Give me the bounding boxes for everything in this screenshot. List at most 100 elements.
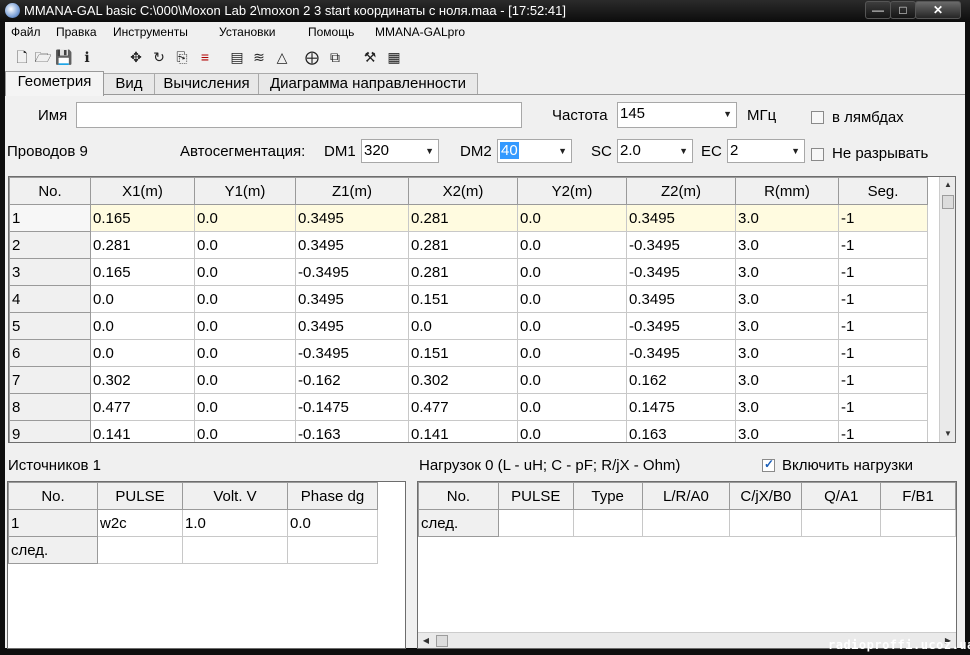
tab-calculations[interactable]: Вычисления: [154, 73, 259, 95]
table-cell[interactable]: 0.0: [287, 509, 378, 537]
row-header-cell[interactable]: 4: [9, 285, 91, 313]
wires-grid[interactable]: No. X1(m) Y1(m) Z1(m) X2(m) Y2(m) Z2(m) …: [8, 176, 956, 443]
table-cell[interactable]: 0.477: [90, 393, 195, 421]
wires-icon[interactable]: ≡: [196, 48, 214, 66]
table-cell[interactable]: 0.3495: [626, 285, 736, 313]
table-cell[interactable]: [641, 509, 731, 537]
scroll-left-icon[interactable]: ◀: [418, 633, 434, 648]
table-cell[interactable]: 0.0: [90, 339, 195, 367]
table-cell[interactable]: [801, 509, 882, 537]
column-header[interactable]: No.: [8, 482, 98, 510]
table-cell[interactable]: -0.163: [295, 420, 409, 442]
table-cell[interactable]: 0.0: [194, 366, 296, 394]
table-cell[interactable]: 0.0: [194, 312, 296, 340]
tab-geometry[interactable]: Геометрия: [5, 71, 104, 96]
table-row[interactable]: след.: [418, 509, 956, 537]
row-header-cell[interactable]: 9: [9, 420, 91, 442]
table-cell[interactable]: 0.0: [517, 366, 627, 394]
row-header-cell[interactable]: 8: [9, 393, 91, 421]
table-cell[interactable]: 0.1475: [626, 393, 736, 421]
scroll-up-icon[interactable]: ▲: [940, 177, 955, 193]
table-cell[interactable]: 3.0: [735, 393, 839, 421]
row-header-cell[interactable]: 5: [9, 312, 91, 340]
duplicate-icon[interactable]: ⧉: [326, 48, 344, 66]
menu-tools[interactable]: Инструменты: [113, 25, 188, 39]
table-cell[interactable]: [880, 509, 956, 537]
menu-help[interactable]: Помощь: [308, 25, 354, 39]
row-header-cell[interactable]: 3: [9, 258, 91, 286]
name-input[interactable]: [76, 102, 522, 128]
table-cell[interactable]: 0.0: [517, 204, 627, 232]
table-cell[interactable]: 3.0: [735, 204, 839, 232]
table-cell[interactable]: [497, 509, 574, 537]
table-cell[interactable]: 0.141: [408, 420, 518, 442]
dm2-select[interactable]: 40 ▼: [497, 139, 572, 163]
close-button[interactable]: ✕: [915, 1, 961, 19]
table-cell[interactable]: 3.0: [735, 420, 839, 442]
table-cell[interactable]: 0.281: [408, 204, 518, 232]
table-cell[interactable]: 3.0: [735, 312, 839, 340]
tab-pattern[interactable]: Диаграмма направленности: [258, 73, 478, 95]
table-row[interactable]: след.: [8, 536, 378, 564]
table-cell[interactable]: 0.0: [517, 231, 627, 259]
table-cell[interactable]: -0.3495: [295, 258, 409, 286]
table-cell[interactable]: -0.3495: [626, 258, 736, 286]
table-cell[interactable]: -0.162: [295, 366, 409, 394]
target-icon[interactable]: ⨁: [303, 48, 321, 66]
open-folder-icon[interactable]: 🗁: [34, 48, 52, 66]
document-icon[interactable]: ▤: [228, 48, 246, 66]
sources-grid[interactable]: No. PULSE Volt. V Phase dg 1 w2c 1.0 0.0 сле…: [7, 481, 406, 649]
column-header[interactable]: PULSE: [497, 482, 574, 510]
table-cell[interactable]: 0.141: [90, 420, 195, 442]
lambda-checkbox[interactable]: [811, 111, 824, 124]
column-header[interactable]: Z2(m): [626, 177, 736, 205]
stretch-icon[interactable]: ≋: [250, 48, 268, 66]
menu-settings[interactable]: Установки: [219, 25, 275, 39]
table-cell[interactable]: -1: [838, 258, 928, 286]
dm1-select[interactable]: 320 ▼: [361, 139, 439, 163]
column-header[interactable]: R(mm): [735, 177, 839, 205]
table-row[interactable]: 6 0.0 0.0 -0.3495 0.151 0.0 -0.3495 3.0 -1: [9, 339, 928, 367]
table-cell[interactable]: 0.162: [626, 366, 736, 394]
title-bar[interactable]: MMANA-GAL basic C:\000\Moxon Lab 2\moxon…: [0, 0, 970, 22]
table-cell[interactable]: 0.302: [90, 366, 195, 394]
column-header[interactable]: Type: [572, 482, 643, 510]
column-header[interactable]: Seg.: [838, 177, 928, 205]
table-cell[interactable]: 0.477: [408, 393, 518, 421]
rotate-icon[interactable]: ↻: [150, 48, 168, 66]
table-row[interactable]: 2 0.281 0.0 0.3495 0.281 0.0 -0.3495 3.0 -1: [9, 231, 928, 259]
table-cell[interactable]: [729, 509, 803, 537]
table-cell[interactable]: 0.165: [90, 258, 195, 286]
column-header[interactable]: X1(m): [90, 177, 195, 205]
table-cell[interactable]: -0.3495: [626, 231, 736, 259]
table-cell[interactable]: w2c: [97, 509, 183, 537]
table-cell[interactable]: 0.3495: [295, 204, 409, 232]
table-cell[interactable]: -1: [838, 339, 928, 367]
table-cell[interactable]: 0.0: [194, 339, 296, 367]
table-cell[interactable]: 1.0: [182, 509, 288, 537]
save-icon[interactable]: 💾: [55, 48, 73, 66]
table-cell[interactable]: -0.3495: [626, 339, 736, 367]
maximize-button[interactable]: □: [890, 1, 916, 19]
table-cell[interactable]: 0.0: [517, 312, 627, 340]
minimize-button[interactable]: —: [865, 1, 891, 19]
loads-grid[interactable]: No. PULSE Type L/R/A0 C/jX/B0 Q/A1 F/B1 …: [417, 481, 957, 649]
table-row[interactable]: 1 0.165 0.0 0.3495 0.281 0.0 0.3495 3.0 -1: [9, 204, 928, 232]
table-cell[interactable]: 3.0: [735, 366, 839, 394]
table-row[interactable]: 5 0.0 0.0 0.3495 0.0 0.0 -0.3495 3.0 -1: [9, 312, 928, 340]
column-header[interactable]: Y2(m): [517, 177, 627, 205]
table-cell[interactable]: -1: [838, 312, 928, 340]
table-cell[interactable]: 3.0: [735, 231, 839, 259]
table-cell[interactable]: 0.0: [194, 258, 296, 286]
column-header[interactable]: C/jX/B0: [729, 482, 803, 510]
tab-view[interactable]: Вид: [103, 73, 155, 95]
table-row[interactable]: 7 0.302 0.0 -0.162 0.302 0.0 0.162 3.0 -1: [9, 366, 928, 394]
triangle-icon[interactable]: △: [273, 48, 291, 66]
column-header[interactable]: Z1(m): [295, 177, 409, 205]
table-cell[interactable]: 0.165: [90, 204, 195, 232]
table-cell[interactable]: 0.281: [408, 231, 518, 259]
column-header[interactable]: F/B1: [880, 482, 956, 510]
calculator-icon[interactable]: ▦: [385, 48, 403, 66]
table-cell[interactable]: 3.0: [735, 339, 839, 367]
table-cell[interactable]: 0.0: [90, 312, 195, 340]
